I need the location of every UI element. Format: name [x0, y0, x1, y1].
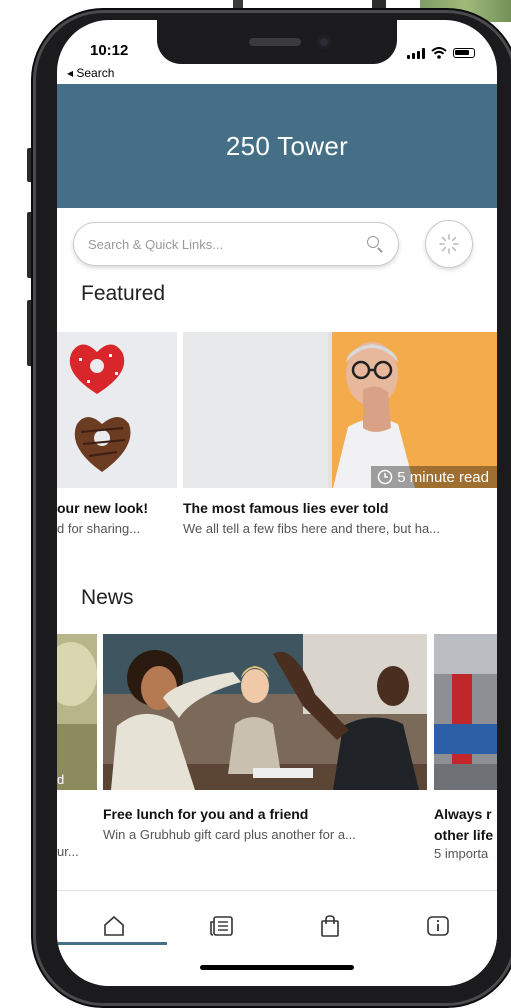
wifi-icon: [431, 47, 447, 59]
news-card-subtitle: 5 importa: [434, 846, 489, 861]
tab-news[interactable]: [207, 911, 237, 941]
donuts-image: [57, 332, 177, 488]
news-card-title: Free lunch for you and a friend: [103, 806, 309, 822]
loading-spinner-button[interactable]: [425, 220, 473, 268]
news-card-partial-left[interactable]: d ur...: [57, 634, 97, 874]
news-card-title-line2: other life: [434, 827, 494, 843]
parking-garage-image: [434, 634, 497, 790]
featured-card-subtitle: We all tell a few fibs here and there, b…: [183, 521, 441, 536]
back-to-search-link[interactable]: ◂ Search: [67, 66, 114, 80]
battery-icon: [453, 48, 475, 58]
speaker-grille: [249, 38, 301, 46]
signal-icon: [407, 47, 425, 59]
news-card-free-lunch[interactable]: Free lunch for you and a friend Win a Gr…: [103, 634, 427, 874]
news-card-title: Always r: [434, 806, 492, 822]
news-card-overlay-label: d: [57, 772, 65, 787]
home-icon: [104, 915, 124, 936]
featured-card-lies[interactable]: 5 minute read The most famous lies ever …: [183, 332, 497, 552]
tab-home[interactable]: [99, 911, 129, 941]
info-icon: [427, 916, 449, 936]
featured-card-subtitle: d for sharing...: [57, 521, 141, 536]
read-time-text: 5 minute read: [397, 468, 489, 486]
surprised-man-image: [183, 332, 497, 488]
news-image-left: [57, 634, 97, 790]
news-icon: [210, 916, 233, 936]
home-indicator-bar[interactable]: [200, 965, 354, 970]
search-input[interactable]: Search & Quick Links...: [73, 222, 399, 266]
bottom-tab-bar: [57, 890, 497, 986]
news-card-subtitle: Win a Grubhub gift card plus another for…: [103, 827, 356, 842]
featured-heading: Featured: [81, 282, 166, 305]
notch: [157, 20, 397, 64]
news-card-subtitle: ur...: [57, 844, 79, 859]
tab-shop[interactable]: [315, 911, 345, 941]
clock-icon: [378, 469, 393, 485]
status-time: 10:12: [90, 42, 129, 59]
featured-card-title: The most famous lies ever told: [183, 500, 389, 516]
high-five-image: [103, 634, 427, 790]
status-icons: [407, 47, 475, 59]
front-camera: [317, 35, 331, 49]
featured-card-title: our new look!: [57, 500, 148, 516]
featured-card-donuts[interactable]: our new look! d for sharing...: [57, 332, 177, 552]
phone-screen: 10:12 ◂ Search 250 Tower Search & Quick …: [57, 20, 497, 986]
app-header: 250 Tower: [57, 84, 497, 208]
search-placeholder: Search & Quick Links...: [88, 236, 224, 252]
spinner-icon: [439, 234, 459, 254]
active-tab-indicator: [57, 942, 167, 945]
news-card-partial-right[interactable]: Always r other life 5 importa: [434, 634, 497, 874]
read-time-badge: 5 minute read: [371, 466, 497, 488]
shopping-bag-icon: [321, 915, 339, 937]
tab-info[interactable]: [423, 911, 453, 941]
building-title: 250 Tower: [225, 130, 349, 161]
news-heading: News: [81, 586, 134, 609]
search-icon: [366, 235, 384, 253]
